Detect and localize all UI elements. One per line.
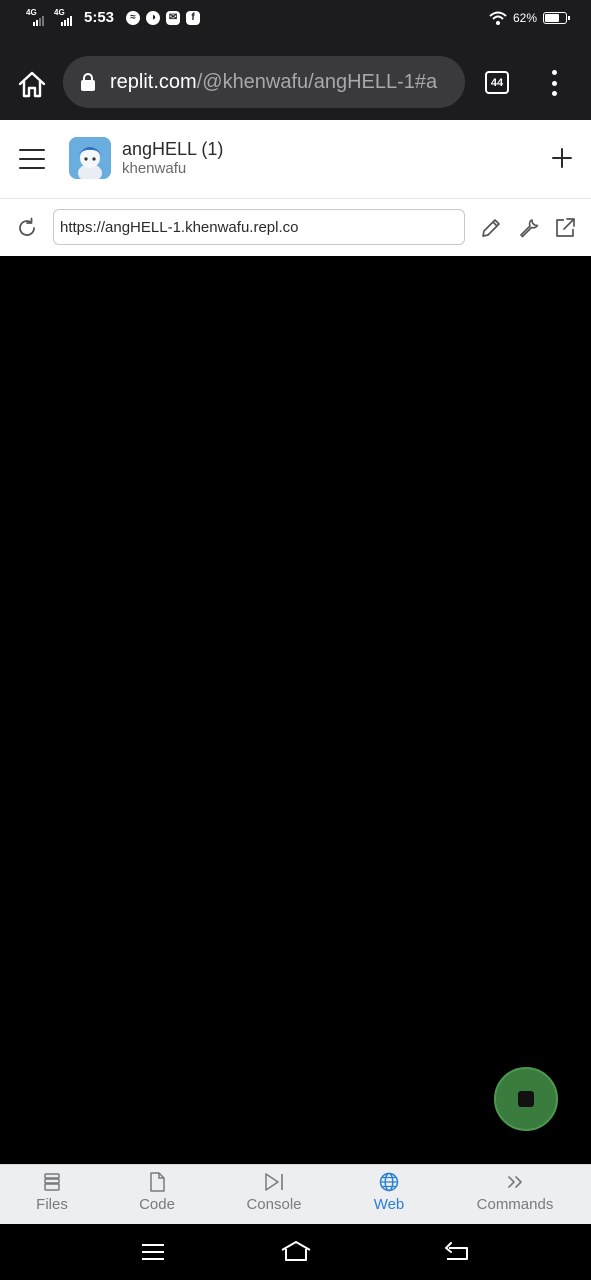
external-link-icon[interactable] — [553, 216, 577, 240]
reload-icon[interactable] — [15, 216, 39, 240]
status-bar: 4G 4G 5:53 ≈ ◑ ✉ f 62% — [0, 0, 591, 38]
tab-code[interactable]: Code — [127, 1165, 187, 1225]
repl-avatar[interactable] — [69, 137, 111, 179]
chevrons-right-icon — [508, 1176, 522, 1188]
recent-apps-icon[interactable] — [141, 1243, 165, 1261]
stop-icon — [518, 1091, 534, 1107]
lock-icon — [81, 73, 95, 91]
home-icon[interactable] — [16, 69, 48, 101]
repl-header: angHELL (1) khenwafu — [0, 120, 591, 198]
tab-web[interactable]: Web — [359, 1165, 419, 1225]
tab-console-label: Console — [246, 1196, 302, 1213]
plus-icon[interactable] — [551, 147, 573, 169]
tab-switcher-button[interactable]: 44 — [485, 71, 509, 94]
pencil-icon[interactable] — [479, 216, 503, 240]
hamburger-menu-icon[interactable] — [19, 149, 45, 169]
battery-fill — [545, 14, 559, 22]
more-options-icon[interactable] — [548, 70, 560, 96]
address-text: replit.com/@khenwafu/angHELL-1#a — [110, 71, 437, 94]
wifi-icon — [489, 11, 507, 25]
address-bar[interactable]: replit.com/@khenwafu/angHELL-1#a — [63, 56, 465, 108]
back-icon[interactable] — [443, 1242, 469, 1262]
messenger-icon: ≈ — [126, 10, 141, 25]
battery-icon — [543, 12, 570, 24]
webview-output[interactable] — [0, 256, 591, 1164]
repl-owner[interactable]: khenwafu — [122, 160, 186, 177]
stop-button[interactable] — [494, 1067, 558, 1131]
tab-web-label: Web — [373, 1196, 405, 1213]
battery-percent: 62% — [512, 11, 537, 25]
browser-toolbar: replit.com/@khenwafu/angHELL-1#a 44 — [0, 38, 591, 120]
tab-files-label: Files — [36, 1196, 68, 1213]
webview-toolbar — [0, 198, 591, 256]
signal-2-icon: 4G — [54, 8, 76, 26]
system-navigation-bar — [0, 1224, 591, 1280]
mail-icon: ✉ — [166, 10, 181, 25]
url-host: replit.com — [110, 70, 197, 93]
repl-title[interactable]: angHELL (1) — [122, 139, 223, 160]
tab-files[interactable]: Files — [22, 1165, 82, 1225]
wrench-icon[interactable] — [517, 216, 541, 240]
bottom-tab-bar: Files Code Console Web Commands — [0, 1164, 591, 1224]
tab-commands[interactable]: Commands — [470, 1165, 560, 1225]
tab-commands-label: Commands — [476, 1196, 554, 1213]
file-icon — [150, 1172, 165, 1192]
webview-url-input[interactable] — [53, 209, 465, 245]
globe-icon — [379, 1172, 399, 1192]
feather-icon: ◑ — [146, 10, 161, 25]
clock: 5:53 — [84, 9, 115, 26]
tab-code-label: Code — [139, 1196, 175, 1213]
home-nav-icon[interactable] — [280, 1240, 312, 1262]
signal-1-icon: 4G — [26, 8, 48, 26]
files-icon — [44, 1173, 60, 1191]
tab-console[interactable]: Console — [234, 1165, 314, 1225]
console-icon — [265, 1173, 283, 1191]
url-path: /@khenwafu/angHELL-1#a — [196, 70, 438, 93]
facebook-icon: f — [186, 10, 201, 25]
